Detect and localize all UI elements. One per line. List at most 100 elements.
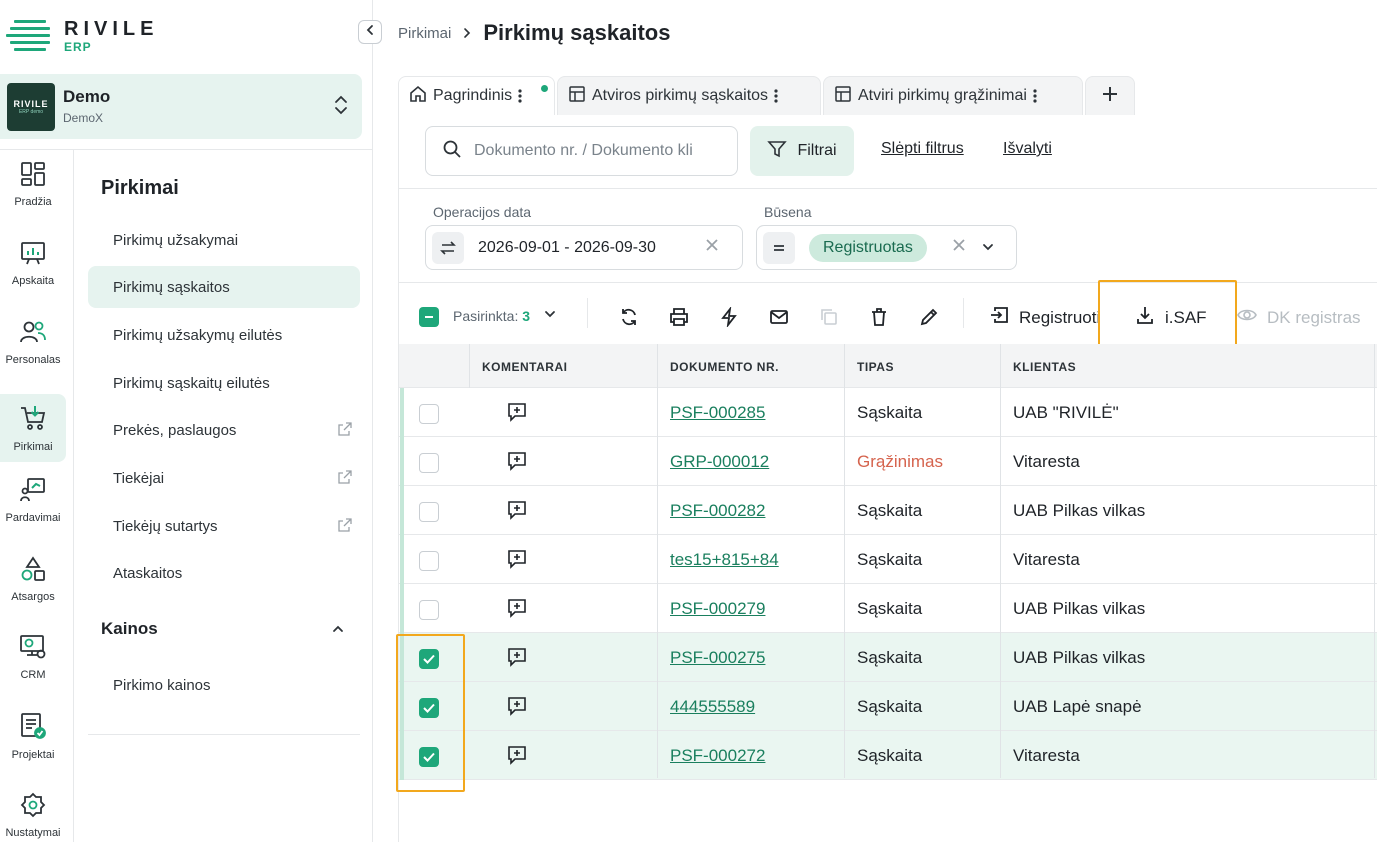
- add-comment-icon[interactable]: [506, 744, 528, 771]
- add-comment-icon[interactable]: [506, 499, 528, 526]
- table-header: KOMENTARAI DOKUMENTO NR. TIPAS KLIENTAS: [399, 344, 1377, 388]
- add-comment-icon[interactable]: [506, 548, 528, 575]
- rail-label: Nustatymai: [5, 826, 61, 839]
- collapse-sidebar-button[interactable]: [358, 20, 382, 44]
- subnav-item-saskaitos[interactable]: Pirkimų sąskaitos: [88, 266, 360, 308]
- more-vertical-icon[interactable]: [1033, 88, 1037, 104]
- chevron-down-icon[interactable]: [981, 240, 995, 259]
- document-type: Sąskaita: [857, 403, 923, 422]
- status-filter-field[interactable]: Registruotas: [756, 225, 1017, 270]
- document-number-link[interactable]: PSF-000279: [670, 599, 765, 619]
- register-button[interactable]: Registruoti: [989, 305, 1100, 330]
- column-header-tipas[interactable]: TIPAS: [857, 360, 894, 374]
- print-icon[interactable]: [667, 305, 691, 329]
- rail-item-nustatymai[interactable]: Nustatymai: [0, 781, 66, 842]
- table-row[interactable]: PSF-000282 Sąskaita UAB Pilkas vilkas: [399, 486, 1377, 535]
- date-filter-label: Operacijos data: [433, 204, 532, 220]
- add-comment-icon[interactable]: [506, 646, 528, 673]
- document-number-link[interactable]: PSF-000285: [670, 403, 765, 423]
- add-comment-icon[interactable]: [506, 401, 528, 428]
- table-row[interactable]: PSF-000275 Sąskaita UAB Pilkas vilkas: [399, 633, 1377, 682]
- subnav-item-prekes[interactable]: Prekės, paslaugos: [88, 409, 360, 451]
- more-vertical-icon[interactable]: [774, 88, 778, 104]
- dk-register-button[interactable]: DK registras: [1237, 305, 1361, 330]
- column-header-dokumento-nr[interactable]: DOKUMENTO NR.: [670, 360, 779, 374]
- more-vertical-icon[interactable]: [518, 88, 522, 104]
- subnav-section-kainos[interactable]: Kainos: [101, 619, 158, 639]
- clear-status-icon[interactable]: [952, 238, 966, 257]
- table-row[interactable]: PSF-000285 Sąskaita UAB "RIVILĖ": [399, 388, 1377, 437]
- subnav-item-uzsakymai[interactable]: Pirkimų užsakymai: [88, 219, 360, 261]
- subnav-item-saskaitu-eilutes[interactable]: Pirkimų sąskaitų eilutės: [88, 362, 360, 404]
- mail-icon[interactable]: [767, 305, 791, 329]
- table-row[interactable]: PSF-000272 Sąskaita Vitaresta: [399, 731, 1377, 780]
- subnav-item-pirkimo-kainos[interactable]: Pirkimo kainos: [88, 664, 360, 706]
- hide-filters-link[interactable]: Slėpti filtrus: [881, 140, 964, 158]
- subnav-item-uzsakymu-eilutes[interactable]: Pirkimų užsakymų eilutės: [88, 314, 360, 356]
- document-number-link[interactable]: 444555589: [670, 697, 755, 717]
- document-number-link[interactable]: tes15+815+84: [670, 550, 779, 570]
- filters-button[interactable]: Filtrai: [750, 126, 854, 176]
- rail-item-pradzia[interactable]: Pradžia: [0, 150, 66, 218]
- search-icon: [442, 139, 462, 164]
- rail-item-pardavimai[interactable]: Pardavimai: [0, 466, 66, 534]
- add-comment-icon[interactable]: [506, 597, 528, 624]
- table-row[interactable]: PSF-000279 Sąskaita UAB Pilkas vilkas: [399, 584, 1377, 633]
- clear-filters-link[interactable]: Išvalyti: [1003, 140, 1052, 158]
- row-checkbox[interactable]: [419, 453, 439, 473]
- document-number-link[interactable]: PSF-000272: [670, 746, 765, 766]
- subnav-item-tiekejai[interactable]: Tiekėjai: [88, 457, 360, 499]
- column-divider: [1000, 344, 1001, 778]
- company-switcher[interactable]: RIVILE ERP demo Demo DemoX: [0, 74, 362, 139]
- document-number-link[interactable]: GRP-000012: [670, 452, 769, 472]
- chevron-updown-icon[interactable]: [334, 94, 348, 121]
- swap-icon[interactable]: [432, 232, 464, 264]
- row-checkbox[interactable]: [419, 502, 439, 522]
- rail-item-crm[interactable]: CRM: [0, 623, 66, 691]
- lightning-icon[interactable]: [717, 305, 741, 329]
- table-icon: [568, 85, 586, 108]
- trash-icon[interactable]: [867, 305, 891, 329]
- main-content: Pirkimai Pirkimų sąskaitos Pagrindinis A…: [373, 0, 1377, 842]
- column-header-klientas[interactable]: KLIENTAS: [1013, 360, 1076, 374]
- chevron-down-icon[interactable]: [543, 307, 557, 326]
- plus-icon: [1101, 85, 1119, 108]
- table-row[interactable]: tes15+815+84 Sąskaita Vitaresta: [399, 535, 1377, 584]
- rail-item-personalas[interactable]: Personalas: [0, 308, 66, 376]
- table-row[interactable]: 444555589 Sąskaita UAB Lapė snapė: [399, 682, 1377, 731]
- toolbar: Pasirinkta: 3 Registruoti i.SAF DK regis…: [399, 280, 1377, 350]
- chevron-up-icon[interactable]: [332, 622, 344, 640]
- row-checkbox[interactable]: [419, 551, 439, 571]
- brand-logo[interactable]: RIVILE ERP: [6, 18, 158, 54]
- subnav-item-ataskaitos[interactable]: Ataskaitos: [88, 552, 360, 594]
- row-checkbox[interactable]: [419, 404, 439, 424]
- document-number-link[interactable]: PSF-000275: [670, 648, 765, 668]
- clear-date-icon[interactable]: [705, 238, 719, 257]
- tab-atviri-grazinimai[interactable]: Atviri pirkimų grąžinimai: [823, 76, 1083, 115]
- add-tab-button[interactable]: [1085, 76, 1135, 115]
- add-comment-icon[interactable]: [506, 695, 528, 722]
- page-title: Pirkimų sąskaitos: [483, 20, 671, 45]
- row-checkbox[interactable]: [419, 600, 439, 620]
- subnav-item-sutartys[interactable]: Tiekėjų sutartys: [88, 505, 360, 547]
- column-header-komentarai[interactable]: KOMENTARAI: [482, 360, 567, 374]
- rail-item-apskaita[interactable]: Apskaita: [0, 229, 66, 297]
- copy-icon[interactable]: [817, 305, 841, 329]
- equals-icon[interactable]: [763, 232, 795, 264]
- add-comment-icon[interactable]: [506, 450, 528, 477]
- select-all-checkbox[interactable]: [419, 307, 439, 327]
- pencil-icon[interactable]: [917, 305, 941, 329]
- rail-item-pirkimai[interactable]: Pirkimai: [0, 394, 66, 462]
- chart-board-icon: [20, 240, 46, 271]
- document-number-link[interactable]: PSF-000282: [670, 501, 765, 521]
- breadcrumb-parent[interactable]: Pirkimai: [398, 25, 451, 42]
- tab-atviros-saskaitos[interactable]: Atviros pirkimų sąskaitos: [557, 76, 821, 115]
- refresh-icon[interactable]: [617, 305, 641, 329]
- table-row[interactable]: GRP-000012 Grąžinimas Vitaresta: [399, 437, 1377, 486]
- rail-item-projektai[interactable]: Projektai: [0, 702, 66, 770]
- tab-pagrindinis[interactable]: Pagrindinis: [398, 76, 555, 115]
- row-status-bar: [400, 584, 404, 633]
- rail-item-atsargos[interactable]: Atsargos: [0, 545, 66, 613]
- date-filter-field[interactable]: 2026-09-01 - 2026-09-30: [425, 225, 743, 270]
- search-input[interactable]: Dokumento nr. / Dokumento kli: [425, 126, 738, 176]
